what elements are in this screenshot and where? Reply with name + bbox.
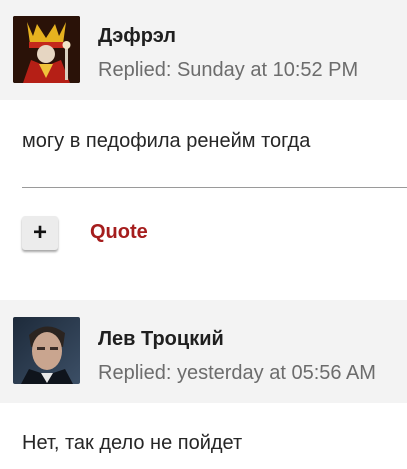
post-author[interactable]: Лев Троцкий (98, 328, 224, 351)
plus-icon: + (32, 219, 47, 246)
post-divider (22, 187, 407, 188)
post-body: могу в педофила ренейм тогда (22, 130, 311, 152)
replied-label: Replied: (98, 362, 172, 384)
jester-avatar-icon[interactable] (13, 16, 80, 83)
replied-time[interactable]: Sunday at 10:52 PM (177, 59, 358, 81)
add-button[interactable]: + (22, 216, 58, 250)
man-portrait-avatar-icon[interactable] (13, 317, 80, 384)
replied-time[interactable]: yesterday at 05:56 AM (177, 362, 376, 384)
post-meta: Replied: Sunday at 10:52 PM (98, 59, 358, 82)
post-meta: Replied: yesterday at 05:56 AM (98, 362, 376, 385)
post-header: Лев Троцкий Replied: yesterday at 05:56 … (0, 300, 407, 403)
quote-button[interactable]: Quote (90, 221, 148, 244)
replied-label: Replied: (98, 59, 172, 81)
post-body: Нет, так дело не пойдет (22, 432, 243, 454)
post-header: Дэфрэл Replied: Sunday at 10:52 PM (0, 0, 407, 100)
post-author[interactable]: Дэфрэл (98, 25, 176, 48)
